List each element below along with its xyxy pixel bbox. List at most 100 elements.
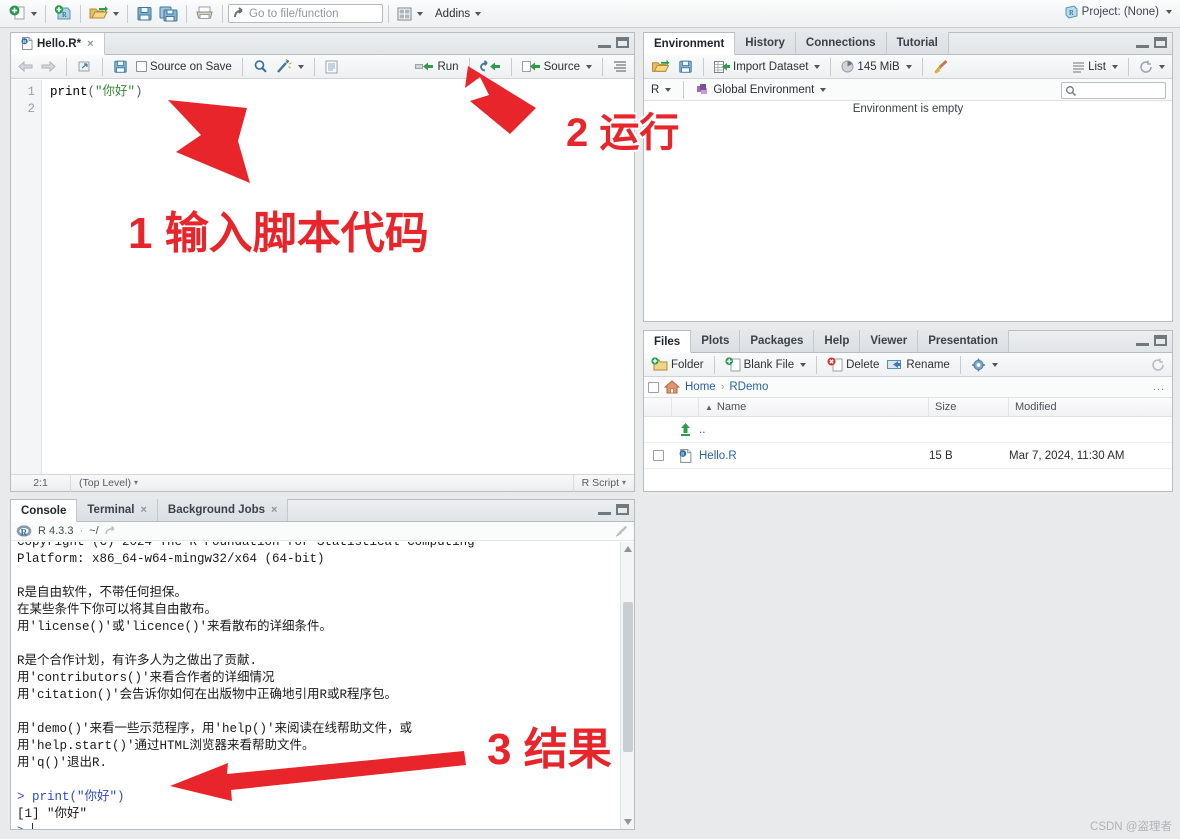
load-workspace-button[interactable] xyxy=(648,57,673,77)
tab-plots[interactable]: Plots xyxy=(691,330,741,352)
import-dataset-button[interactable]: Import Dataset xyxy=(711,57,823,77)
chevron-down-icon[interactable] xyxy=(1159,64,1165,69)
chevron-down-icon[interactable] xyxy=(31,11,37,16)
editor-back-button[interactable] xyxy=(15,57,36,77)
save-all-button[interactable] xyxy=(156,3,181,25)
run-button[interactable]: Run xyxy=(412,57,461,77)
minimize-icon[interactable] xyxy=(598,504,611,515)
files-refresh-button[interactable] xyxy=(1148,355,1168,375)
show-outline-button[interactable] xyxy=(610,57,630,77)
project-selector[interactable]: R Project: (None) xyxy=(1064,5,1172,19)
blank-file-button[interactable]: Blank File xyxy=(722,355,810,375)
show-in-new-window-button[interactable] xyxy=(74,57,95,77)
table-row[interactable]: .. xyxy=(644,417,1172,443)
open-working-dir-icon[interactable] xyxy=(104,525,118,537)
select-all-checkbox[interactable] xyxy=(648,381,659,393)
console-scrollbar[interactable] xyxy=(620,542,634,829)
editor-code-area[interactable]: print("你好") xyxy=(42,80,634,474)
save-button[interactable] xyxy=(133,3,156,25)
close-icon[interactable]: × xyxy=(271,504,277,516)
maximize-icon[interactable] xyxy=(1154,37,1167,48)
memory-usage-button[interactable]: 145 MiB xyxy=(838,57,914,77)
chevron-down-icon[interactable] xyxy=(814,64,821,69)
tab-terminal[interactable]: Terminal × xyxy=(77,499,158,521)
refresh-button[interactable] xyxy=(1136,57,1168,77)
more-actions-button[interactable] xyxy=(968,355,1001,375)
close-icon[interactable]: × xyxy=(140,504,146,516)
view-mode-button[interactable]: List xyxy=(1069,57,1121,77)
checkbox-box[interactable] xyxy=(136,61,147,72)
workspace-panes-button[interactable] xyxy=(394,3,426,25)
code-tools-button[interactable] xyxy=(273,57,307,77)
save-workspace-button[interactable] xyxy=(675,57,696,77)
tab-viewer[interactable]: Viewer xyxy=(860,330,919,352)
chevron-down-icon[interactable] xyxy=(1112,64,1118,69)
file-name-link[interactable]: Hello.R xyxy=(699,450,929,462)
addins-button[interactable]: Addins xyxy=(432,3,484,25)
scroll-down-icon[interactable] xyxy=(624,819,632,825)
tab-history[interactable]: History xyxy=(735,32,796,54)
maximize-icon[interactable] xyxy=(616,37,629,48)
chevron-down-icon[interactable] xyxy=(417,11,423,16)
close-icon[interactable]: × xyxy=(87,38,93,50)
row-checkbox[interactable] xyxy=(652,450,664,461)
chevron-down-icon[interactable] xyxy=(113,11,119,16)
breadcrumb-rdemo[interactable]: RDemo xyxy=(729,381,768,393)
updown-arrows-icon[interactable]: ▾ xyxy=(134,479,138,487)
breadcrumb-overflow[interactable]: ... xyxy=(1153,381,1165,393)
console-input-line[interactable]: > xyxy=(17,823,634,829)
tab-background-jobs[interactable]: Background Jobs × xyxy=(157,499,289,521)
language-selector[interactable]: R xyxy=(648,80,674,100)
chevron-down-icon[interactable] xyxy=(475,11,482,16)
file-type-selector[interactable]: R Script ▾ xyxy=(574,475,634,492)
broom-icon[interactable] xyxy=(614,525,629,538)
tab-tutorial[interactable]: Tutorial xyxy=(886,32,949,54)
maximize-icon[interactable] xyxy=(1154,335,1167,346)
minimize-icon[interactable] xyxy=(1136,37,1149,48)
new-folder-button[interactable]: Folder xyxy=(648,355,707,375)
tab-files[interactable]: Files xyxy=(644,331,692,353)
goto-file-function-input[interactable]: Go to file/function xyxy=(228,4,383,23)
find-replace-button[interactable] xyxy=(250,57,271,77)
environment-search-input[interactable] xyxy=(1061,82,1166,99)
tab-help[interactable]: Help xyxy=(814,330,861,352)
chevron-down-icon[interactable] xyxy=(905,64,912,69)
editor-body[interactable]: 1 2 print("你好") xyxy=(11,80,634,474)
print-button[interactable] xyxy=(192,3,217,25)
column-modified[interactable]: Modified xyxy=(1009,398,1172,417)
chevron-down-icon[interactable] xyxy=(1166,10,1172,14)
scrollbar-thumb[interactable] xyxy=(623,602,633,752)
scope-selector[interactable]: (Top Level) ▾ xyxy=(71,474,574,492)
chevron-down-icon[interactable] xyxy=(586,64,592,69)
clear-objects-button[interactable] xyxy=(930,57,952,77)
new-file-button[interactable] xyxy=(6,3,40,25)
tab-packages[interactable]: Packages xyxy=(740,330,815,352)
delete-button[interactable]: Delete xyxy=(824,355,882,375)
editor-forward-button[interactable] xyxy=(38,57,59,77)
rerun-button[interactable] xyxy=(477,57,504,77)
tab-environment[interactable]: Environment xyxy=(644,33,736,55)
tab-console[interactable]: Console xyxy=(11,500,78,522)
minimize-icon[interactable] xyxy=(1136,335,1149,346)
minimize-icon[interactable] xyxy=(598,37,611,48)
updown-arrows-icon[interactable]: ▾ xyxy=(622,479,626,487)
document-outline-button[interactable] xyxy=(322,57,341,77)
chevron-down-icon[interactable] xyxy=(820,87,827,92)
console-output[interactable]: Copyright (C) 2024 The R Foundation for … xyxy=(11,542,634,829)
column-size[interactable]: Size xyxy=(929,397,1009,417)
working-directory-label[interactable]: ~/ xyxy=(89,525,98,537)
tab-presentation[interactable]: Presentation xyxy=(918,330,1009,352)
chevron-down-icon[interactable] xyxy=(800,362,807,367)
chevron-down-icon[interactable] xyxy=(297,64,304,69)
table-row[interactable]: R Hello.R 15 B Mar 7, 2024, 11:30 AM xyxy=(644,443,1172,469)
environment-scope-selector[interactable]: Global Environment xyxy=(693,80,829,100)
source-tab-hello-r[interactable]: R Hello.R* × xyxy=(11,33,105,55)
breadcrumb-home[interactable]: Home xyxy=(685,381,716,393)
chevron-down-icon[interactable] xyxy=(991,362,998,367)
editor-save-button[interactable] xyxy=(110,57,131,77)
parent-dir-name[interactable]: .. xyxy=(699,424,929,436)
open-file-button[interactable] xyxy=(86,3,122,25)
tab-connections[interactable]: Connections xyxy=(795,32,887,54)
source-on-save-checkbox[interactable]: Source on Save xyxy=(133,57,235,77)
source-script-button[interactable]: Source xyxy=(519,57,595,77)
